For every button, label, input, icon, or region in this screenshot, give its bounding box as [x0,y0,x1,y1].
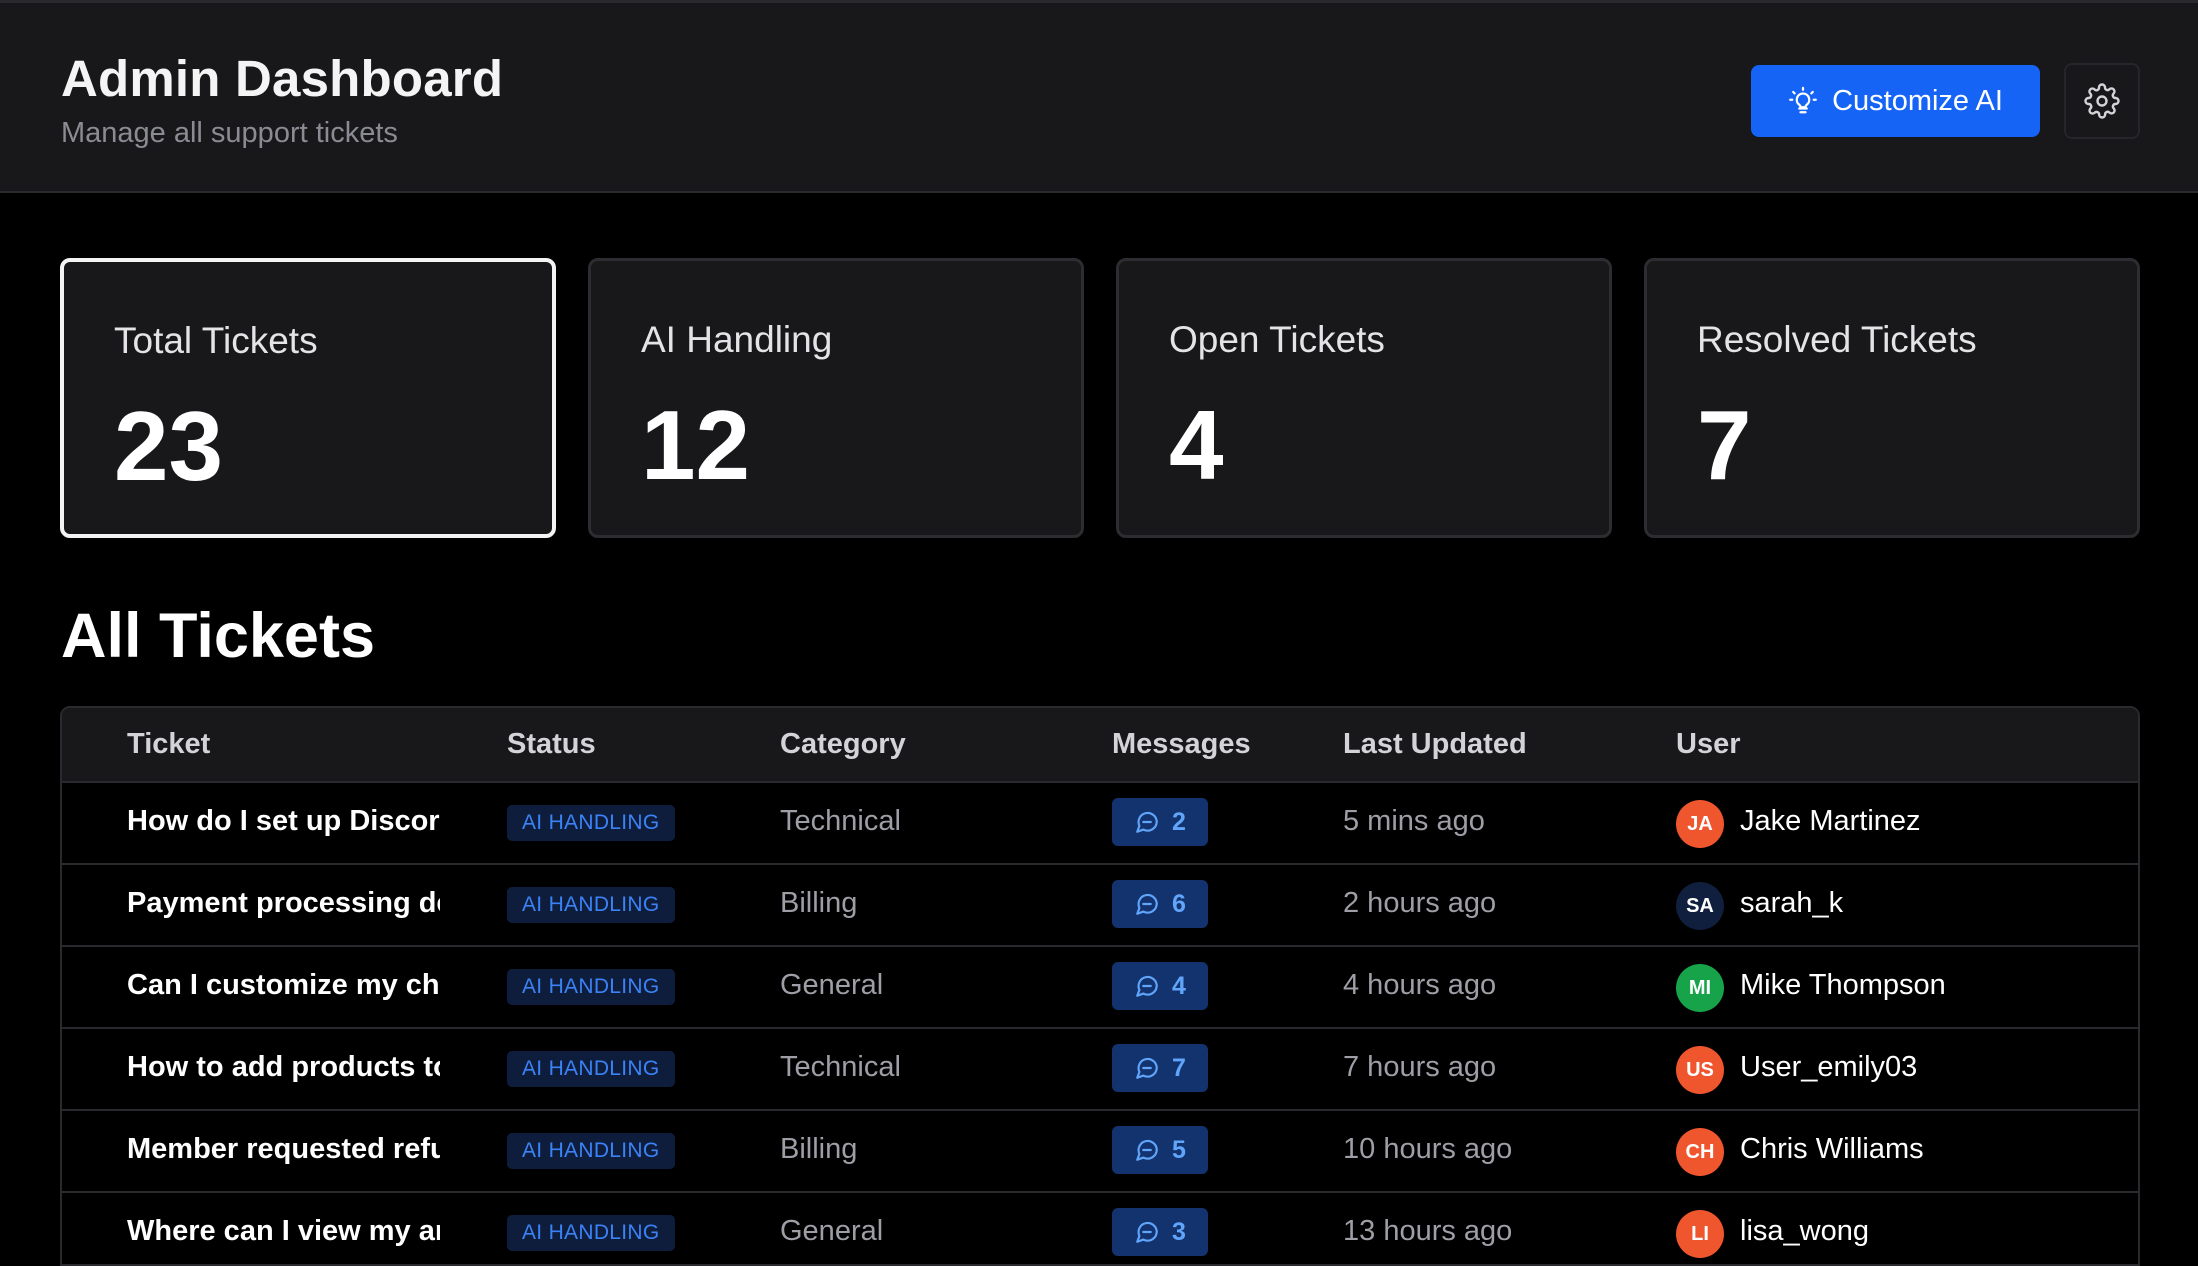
column-header-category[interactable]: Category [780,728,906,761]
message-count-badge[interactable]: 3 [1112,1208,1208,1256]
message-count: 4 [1172,971,1186,1000]
status-badge: AI HANDLING [507,887,675,923]
lightbulb-icon [1789,86,1817,114]
last-updated: 10 hours ago [1343,1133,1513,1165]
user-name[interactable]: Mike Thompson [1740,969,1946,1002]
ticket-category: Billing [780,1133,858,1165]
ticket-title[interactable]: How do I set up Discord roles [127,805,440,838]
ticket-title[interactable]: Can I customize my checkout [127,969,440,1002]
message-count-badge[interactable]: 4 [1112,962,1208,1010]
ticket-title[interactable]: Where can I view my analytics [127,1215,440,1248]
ticket-category: General [780,1215,884,1247]
user-name[interactable]: lisa_wong [1740,1215,1869,1248]
last-updated: 13 hours ago [1343,1215,1513,1247]
all-tickets-heading: All Tickets [61,601,375,671]
stat-label: AI Handling [641,319,833,360]
message-count: 2 [1172,807,1186,836]
settings-button[interactable] [2064,63,2140,139]
stat-card-ai-handling[interactable]: AI Handling 12 [588,258,1084,538]
chat-bubble-icon [1136,893,1158,915]
table-row[interactable]: How to add products to my AI HANDLING Te… [62,1029,2138,1111]
chat-bubble-icon [1136,975,1158,997]
stat-label: Open Tickets [1169,319,1385,360]
table-row[interactable]: Where can I view my analytics AI HANDLIN… [62,1193,2138,1264]
stat-value: 12 [641,390,751,500]
column-header-ticket[interactable]: Ticket [127,728,210,761]
ticket-title[interactable]: How to add products to my [127,1051,440,1084]
message-count-badge[interactable]: 2 [1112,798,1208,846]
avatar: LI [1676,1210,1724,1258]
stat-card-total-tickets[interactable]: Total Tickets 23 [60,258,556,538]
status-badge: AI HANDLING [507,805,675,841]
column-header-messages[interactable]: Messages [1112,728,1251,761]
column-header-last-updated[interactable]: Last Updated [1343,728,1527,761]
stat-card-resolved-tickets[interactable]: Resolved Tickets 7 [1644,258,2140,538]
ticket-category: Technical [780,805,901,837]
message-count-badge[interactable]: 6 [1112,880,1208,928]
user-name[interactable]: User_emily03 [1740,1051,1917,1084]
stat-value: 4 [1169,390,1224,500]
avatar: CH [1676,1128,1724,1176]
column-header-status[interactable]: Status [507,728,596,761]
status-badge: AI HANDLING [507,1133,675,1169]
customize-ai-button[interactable]: Customize AI [1751,65,2040,137]
column-header-user[interactable]: User [1676,728,1741,761]
user-name[interactable]: Jake Martinez [1740,805,1921,838]
stat-value: 7 [1697,390,1752,500]
last-updated: 4 hours ago [1343,969,1497,1001]
customize-ai-label: Customize AI [1832,84,2003,117]
message-count: 3 [1172,1217,1186,1246]
gear-icon [2084,83,2120,119]
last-updated: 5 mins ago [1343,805,1485,837]
ticket-title[interactable]: Payment processing delay [127,887,440,920]
message-count: 6 [1172,889,1186,918]
chat-bubble-icon [1136,811,1158,833]
chat-bubble-icon [1136,1221,1158,1243]
ticket-category: General [780,969,884,1001]
stat-card-open-tickets[interactable]: Open Tickets 4 [1116,258,1612,538]
status-badge: AI HANDLING [507,1051,675,1087]
message-count: 7 [1172,1053,1186,1082]
stat-label: Resolved Tickets [1697,319,1977,360]
user-name[interactable]: Chris Williams [1740,1133,1924,1166]
message-count: 5 [1172,1135,1186,1164]
table-row[interactable]: Member requested refund AI HANDLING Bill… [62,1111,2138,1193]
message-count-badge[interactable]: 5 [1112,1126,1208,1174]
page-subtitle: Manage all support tickets [61,117,398,149]
stat-value: 23 [114,391,224,501]
page-title: Admin Dashboard [61,50,504,107]
user-name[interactable]: sarah_k [1740,887,1843,920]
table-row[interactable]: Can I customize my checkout AI HANDLING … [62,947,2138,1029]
stat-label: Total Tickets [114,320,318,361]
chat-bubble-icon [1136,1139,1158,1161]
message-count-badge[interactable]: 7 [1112,1044,1208,1092]
last-updated: 7 hours ago [1343,1051,1497,1083]
status-badge: AI HANDLING [507,969,675,1005]
avatar: US [1676,1046,1724,1094]
last-updated: 2 hours ago [1343,887,1497,919]
table-header: Ticket Status Category Messages Last Upd… [62,708,2138,783]
status-badge: AI HANDLING [507,1215,675,1251]
avatar: MI [1676,964,1724,1012]
table-row[interactable]: How do I set up Discord roles AI HANDLIN… [62,783,2138,865]
avatar: JA [1676,800,1724,848]
chat-bubble-icon [1136,1057,1158,1079]
top-bar: Admin Dashboard Manage all support ticke… [0,0,2198,193]
table-row[interactable]: Payment processing delay AI HANDLING Bil… [62,865,2138,947]
ticket-category: Billing [780,887,858,919]
tickets-table: Ticket Status Category Messages Last Upd… [60,706,2140,1266]
ticket-category: Technical [780,1051,901,1083]
avatar: SA [1676,882,1724,930]
ticket-title[interactable]: Member requested refund [127,1133,440,1166]
